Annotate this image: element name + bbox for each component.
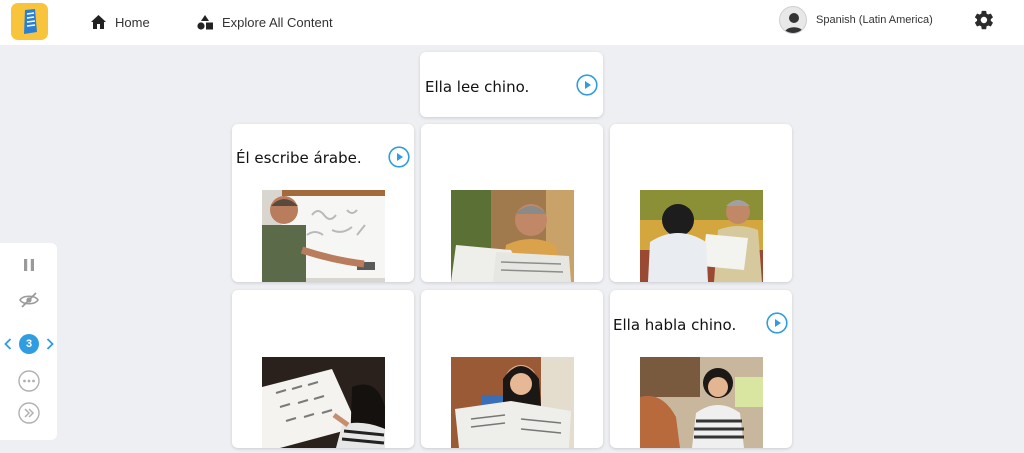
- hide-text-button[interactable]: [18, 290, 40, 310]
- photo-man-writing-arabic: [262, 190, 385, 282]
- chevron-left-icon: [4, 338, 12, 350]
- eye-off-icon: [19, 292, 39, 308]
- card-caption: Ella habla chino.: [613, 316, 737, 334]
- app-logo[interactable]: [11, 3, 48, 40]
- previous-page-button[interactable]: [2, 336, 14, 352]
- play-audio-icon[interactable]: [576, 74, 598, 96]
- page-number-badge: 3: [19, 334, 39, 354]
- photo-girl-writing-chinese: [262, 357, 385, 448]
- top-bar: Home Explore All Content Spanish (Latin …: [0, 0, 1024, 45]
- skip-forward-icon: [18, 402, 40, 424]
- nav-explore-all-content[interactable]: Explore All Content: [197, 11, 333, 33]
- photo-woman-reading-newspaper: [451, 357, 574, 448]
- answer-card[interactable]: [610, 124, 792, 282]
- skip-button[interactable]: [18, 402, 40, 424]
- rosetta-stone-logo-icon: [24, 9, 37, 34]
- shapes-icon: [197, 14, 213, 30]
- answer-card[interactable]: [421, 290, 603, 448]
- photo-woman-talking: [640, 357, 763, 448]
- nav-home-label: Home: [115, 14, 150, 30]
- gear-icon: [974, 10, 993, 30]
- answer-card[interactable]: Ella habla chino.: [610, 290, 792, 448]
- photo-man-reading-to-boy: [640, 190, 763, 282]
- user-language-menu[interactable]: Spanish (Latin America): [779, 6, 933, 34]
- answer-card[interactable]: Él escribe árabe.: [232, 124, 414, 282]
- settings-button[interactable]: [973, 9, 995, 31]
- home-icon: [91, 15, 106, 29]
- user-icon: [784, 13, 804, 33]
- language-label: Spanish (Latin America): [816, 14, 933, 26]
- more-button[interactable]: [18, 370, 40, 392]
- next-page-button[interactable]: [44, 336, 56, 352]
- prompt-text: Ella lee chino.: [425, 78, 530, 96]
- prompt-card[interactable]: Ella lee chino.: [420, 52, 603, 117]
- pause-button[interactable]: [19, 255, 39, 275]
- page-navigator: 3: [0, 333, 57, 355]
- play-audio-icon[interactable]: [766, 312, 788, 334]
- card-caption: Él escribe árabe.: [236, 149, 362, 167]
- answer-card[interactable]: [232, 290, 414, 448]
- pause-icon: [24, 259, 34, 271]
- nav-home[interactable]: Home: [91, 11, 150, 33]
- photo-man-reading-newspaper: [451, 190, 574, 282]
- lesson-controls-panel: 3: [0, 243, 57, 440]
- avatar: [779, 6, 807, 34]
- chevron-right-icon: [46, 338, 54, 350]
- more-icon: [18, 370, 40, 392]
- answer-card[interactable]: [421, 124, 603, 282]
- nav-explore-label: Explore All Content: [222, 14, 333, 30]
- play-audio-icon[interactable]: [388, 146, 410, 168]
